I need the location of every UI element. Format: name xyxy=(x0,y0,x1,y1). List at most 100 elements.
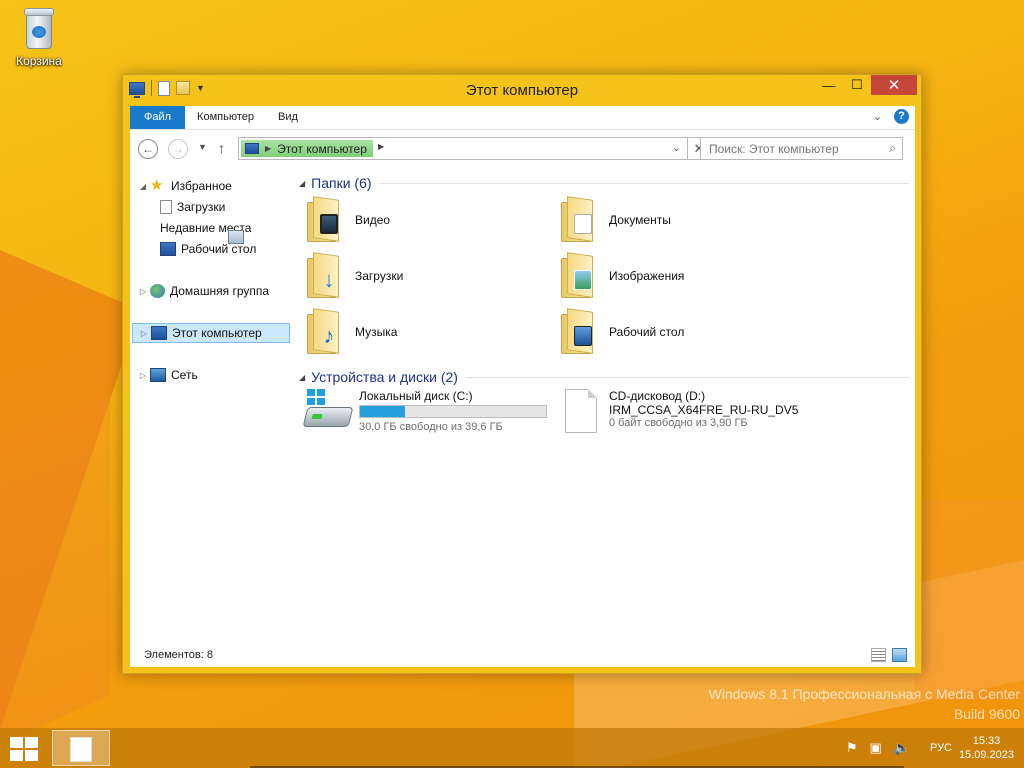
taskbar: ⚑ ▣ 🔈 РУС 15:33 15.09.2023 xyxy=(0,728,1024,768)
clock[interactable]: 15:33 15.09.2023 xyxy=(959,734,1014,762)
network-tray-icon[interactable]: ▣ xyxy=(869,740,881,756)
folder-item-video[interactable]: Видео xyxy=(305,193,390,247)
nav-downloads[interactable]: Загрузки xyxy=(160,197,225,217)
recent-locations-icon[interactable]: ▼ xyxy=(198,142,207,152)
title-bar[interactable]: ▼ Этот компьютер — ☐ ✕ xyxy=(123,75,921,103)
breadcrumb-chevron-icon[interactable]: ▶ xyxy=(378,142,384,151)
start-button[interactable] xyxy=(10,737,38,761)
up-button[interactable]: ↑ xyxy=(218,140,225,156)
nav-favorites-label: Избранное xyxy=(171,179,232,193)
folder-label: Рабочий стол xyxy=(609,325,685,339)
volume-icon[interactable]: 🔈 xyxy=(894,740,910,756)
address-highlight: ▶ Этот компьютер xyxy=(241,140,373,157)
nav-network-label: Сеть xyxy=(171,368,198,382)
search-input[interactable] xyxy=(701,138,881,159)
recycle-bin-label: Корзина xyxy=(16,54,62,68)
explorer-icon xyxy=(70,737,92,762)
search-box[interactable]: ⌕ xyxy=(700,137,903,160)
watermark-edition: Windows 8.1 Профессиональная с Media Cen… xyxy=(708,686,1020,702)
video-folder-icon xyxy=(305,196,345,244)
navigation-bar: ← → ▼ ↑ ▶ Этот компьютер ▶ ⌄ ✕ ⌕ xyxy=(130,129,915,167)
folder-item-documents[interactable]: Документы xyxy=(559,193,671,247)
folder-label: Музыка xyxy=(355,325,398,339)
close-button[interactable]: ✕ xyxy=(871,75,917,95)
address-bar[interactable]: ▶ Этот компьютер ▶ ⌄ xyxy=(238,137,688,160)
folder-item-downloads[interactable]: ↓ Загрузки xyxy=(305,249,403,303)
search-icon[interactable]: ⌕ xyxy=(889,141,896,156)
nav-desktop-label: Рабочий стол xyxy=(181,242,257,256)
star-icon: ★ xyxy=(150,177,164,194)
collapse-arrow-icon[interactable]: ◢ xyxy=(299,179,305,188)
folder-item-music[interactable]: ♪ Музыка xyxy=(305,305,397,359)
expand-arrow-icon[interactable]: ▷ xyxy=(139,329,149,338)
large-icons-view-icon[interactable] xyxy=(892,648,907,662)
folder-item-desktop[interactable]: Рабочий стол xyxy=(559,305,684,359)
folder-label: Документы xyxy=(609,213,671,227)
computer-icon xyxy=(245,143,259,154)
ribbon-tabs: Файл Компьютер Вид ⌄ ? xyxy=(130,106,915,129)
computer-icon xyxy=(151,326,167,340)
pictures-folder-icon xyxy=(559,252,599,300)
nav-this-pc[interactable]: ▷ Этот компьютер xyxy=(132,323,290,343)
nav-desktop[interactable]: Рабочий стол xyxy=(160,239,256,259)
details-view-icon[interactable] xyxy=(871,648,886,662)
homegroup-icon xyxy=(150,284,165,298)
clock-time: 15:33 xyxy=(972,735,1001,747)
nav-favorites[interactable]: ◢ ★ Избранное xyxy=(138,176,232,196)
nav-network[interactable]: ▷ Сеть xyxy=(138,365,198,385)
breadcrumb-separator-icon[interactable]: ▶ xyxy=(265,144,271,153)
collapse-arrow-icon[interactable]: ◢ xyxy=(299,373,305,382)
help-icon[interactable]: ? xyxy=(894,109,909,124)
navigation-pane: ◢ ★ Избранное Загрузки Недавние места Ра… xyxy=(130,167,290,637)
cd-drive-icon xyxy=(565,389,597,433)
forward-button[interactable]: → xyxy=(168,139,188,159)
watermark-build: Build 9600 xyxy=(953,706,1020,722)
downloads-icon xyxy=(160,200,172,214)
desktop-icon xyxy=(160,242,176,256)
drive-usage-bar xyxy=(359,405,547,418)
desktop-icon-recycle-bin[interactable]: Корзина xyxy=(8,6,70,68)
item-count: Элементов: 8 xyxy=(144,649,213,661)
taskbar-explorer-button[interactable] xyxy=(52,730,110,766)
maximize-button[interactable]: ☐ xyxy=(843,75,871,95)
folder-label: Загрузки xyxy=(355,269,404,283)
drive-item-c[interactable]: Локальный диск (C:) 30,0 ГБ свободно из … xyxy=(302,389,547,443)
documents-folder-icon xyxy=(559,196,599,244)
drive-free-space: 0 байт свободно из 3,90 ГБ xyxy=(609,417,748,429)
tab-view[interactable]: Вид xyxy=(266,106,310,129)
drive-name: Локальный диск (C:) xyxy=(359,389,473,403)
tab-file[interactable]: Файл xyxy=(130,106,186,129)
music-folder-icon: ♪ xyxy=(305,308,345,356)
nav-this-pc-label: Этот компьютер xyxy=(172,326,262,340)
drive-name: CD-дисковод (D:) xyxy=(609,389,706,403)
status-bar: Элементов: 8 xyxy=(130,645,915,667)
action-center-flag-icon[interactable]: ⚑ xyxy=(846,740,858,756)
downloads-folder-icon: ↓ xyxy=(305,252,345,300)
explorer-body: ◢ ★ Избранное Загрузки Недавние места Ра… xyxy=(130,167,915,667)
back-button[interactable]: ← xyxy=(138,139,158,159)
system-tray: ⚑ ▣ 🔈 РУС xyxy=(846,740,952,756)
drive-volume-label: IRM_CCSA_X64FRE_RU-RU_DV5 xyxy=(609,403,799,417)
drive-free-space: 30,0 ГБ свободно из 39,6 ГБ xyxy=(359,421,503,433)
group-header-devices[interactable]: ◢ Устройства и диски (2) xyxy=(299,369,909,385)
expand-arrow-icon[interactable]: ▷ xyxy=(138,287,148,296)
group-title-devices: Устройства и диски (2) xyxy=(311,369,458,385)
address-dropdown-icon[interactable]: ⌄ xyxy=(672,141,681,154)
breadcrumb-this-pc[interactable]: Этот компьютер xyxy=(277,142,367,156)
nav-homegroup[interactable]: ▷ Домашняя группа xyxy=(138,281,269,301)
minimize-button[interactable]: — xyxy=(815,75,843,95)
nav-recent-places[interactable]: Недавние места xyxy=(160,218,251,244)
expand-arrow-icon[interactable]: ▷ xyxy=(138,371,148,380)
explorer-window: ▼ Этот компьютер — ☐ ✕ Файл Компьютер Ви… xyxy=(122,74,922,674)
folder-item-pictures[interactable]: Изображения xyxy=(559,249,684,303)
network-icon xyxy=(150,368,166,382)
folder-label: Видео xyxy=(355,213,391,227)
chevron-down-icon[interactable]: ⌄ xyxy=(873,110,882,123)
content-pane: ◢ Папки (6) Видео Документы ↓ Загрузки И… xyxy=(295,167,915,637)
tab-computer[interactable]: Компьютер xyxy=(185,106,266,129)
collapse-arrow-icon[interactable]: ◢ xyxy=(138,182,148,191)
language-indicator[interactable]: РУС xyxy=(930,742,952,754)
group-header-folders[interactable]: ◢ Папки (6) xyxy=(299,175,909,191)
hard-drive-icon xyxy=(302,389,354,433)
drive-item-d[interactable]: CD-дисковод (D:) IRM_CCSA_X64FRE_RU-RU_D… xyxy=(559,389,798,443)
